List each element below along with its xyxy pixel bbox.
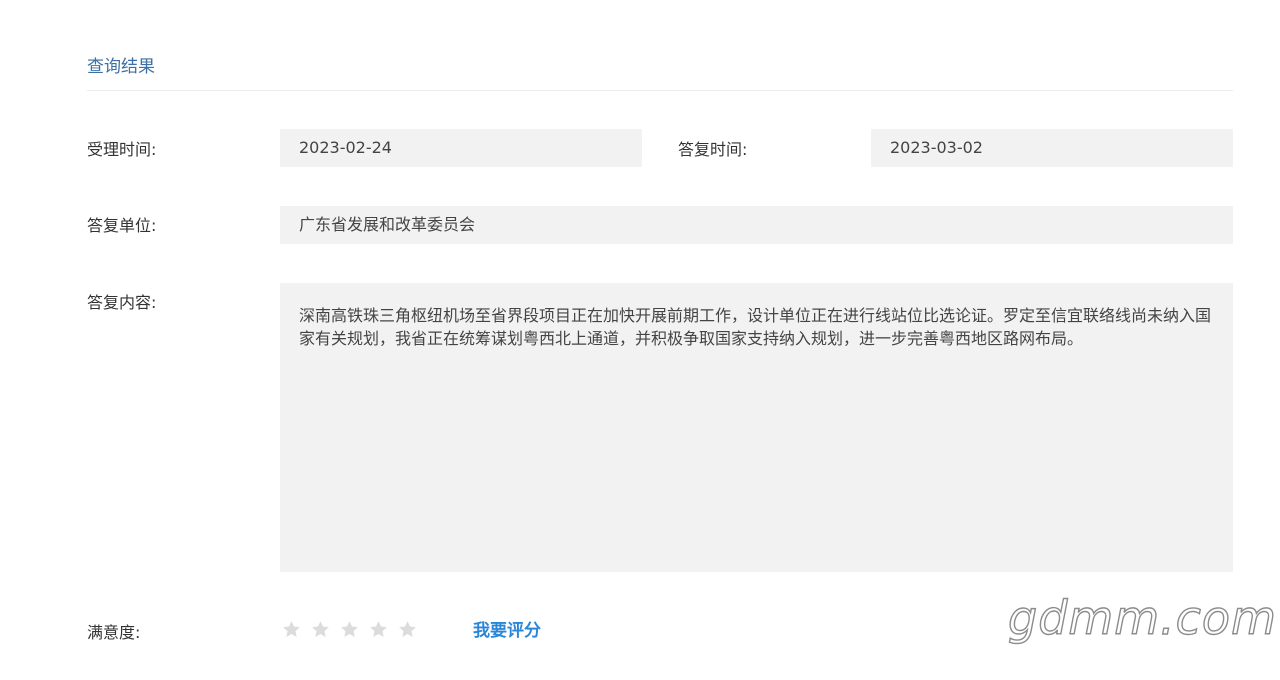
watermark: gdmm.com [1007, 591, 1277, 645]
star-icon[interactable] [368, 619, 389, 640]
star-icon[interactable] [397, 619, 418, 640]
rate-link[interactable]: 我要评分 [473, 620, 541, 642]
satisfaction-label: 满意度: [87, 623, 141, 642]
star-icon[interactable] [281, 619, 302, 640]
reply-content-field: 深南高铁珠三角枢纽机场至省界段项目正在加快开展前期工作，设计单位正在进行线站位比… [280, 283, 1233, 572]
reply-time-field: 2023-03-02 [871, 129, 1233, 167]
reply-content-label: 答复内容: [87, 293, 157, 312]
reply-unit-field: 广东省发展和改革委员会 [280, 206, 1233, 244]
section-divider [87, 90, 1233, 91]
accept-time-label: 受理时间: [87, 140, 157, 159]
reply-unit-label: 答复单位: [87, 216, 157, 235]
star-icon[interactable] [339, 619, 360, 640]
accept-time-field: 2023-02-24 [280, 129, 642, 167]
star-icon[interactable] [310, 619, 331, 640]
satisfaction-stars[interactable] [281, 619, 418, 641]
reply-time-label: 答复时间: [678, 140, 748, 159]
section-title: 查询结果 [87, 57, 155, 77]
